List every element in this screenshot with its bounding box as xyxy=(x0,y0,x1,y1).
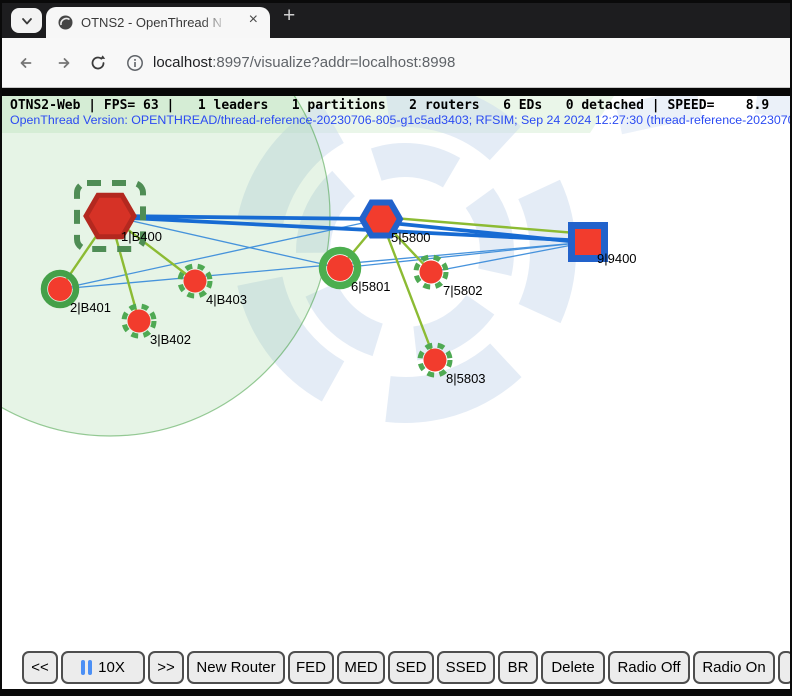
reload-icon[interactable] xyxy=(87,52,109,74)
toolbar-button-delete[interactable]: Delete xyxy=(541,651,605,684)
toolbar-button-label: FED xyxy=(296,659,326,676)
toolbar-button-forward[interactable]: >> xyxy=(148,651,184,684)
node-1-label: 1|B400 xyxy=(121,229,162,244)
node-9-label: 9|9400 xyxy=(597,251,637,266)
chevron-down-icon xyxy=(18,12,36,30)
tab-title: OTNS2 - OpenThread Ne xyxy=(81,15,221,30)
url-bar: localhost:8997/visualize?addr=localhost:… xyxy=(0,38,792,88)
window-border xyxy=(0,689,792,696)
toolbar-button-pause-speed[interactable]: 10X xyxy=(61,651,145,684)
toolbar-button-med[interactable]: MED xyxy=(337,651,385,684)
toolbar-button-label: SED xyxy=(396,659,427,676)
toolbar-button-label: >> xyxy=(157,659,175,676)
otns-page: 1|B400 2|B401 3|B402 4|B403 5|5800 6|5801 7|58… xyxy=(2,96,790,689)
tab-otns2[interactable]: OTNS2 - OpenThread Ne × xyxy=(46,7,270,38)
url-path: :8997/visualize?addr=localhost:8998 xyxy=(212,54,455,71)
toolbar-button-radio-off[interactable]: Radio Off xyxy=(608,651,690,684)
site-info-icon[interactable] xyxy=(126,54,144,72)
toolbar-button-label: Delete xyxy=(551,659,594,676)
toolbar-button-label: SSED xyxy=(446,659,487,676)
node-2[interactable] xyxy=(48,277,72,301)
version-line: OpenThread Version: OPENTHREAD/thread-re… xyxy=(10,113,790,127)
toolbar-button-br[interactable]: BR xyxy=(498,651,538,684)
close-tab-icon[interactable]: × xyxy=(249,11,258,29)
node-8-label: 8|5803 xyxy=(446,371,486,386)
tab-strip: OTNS2 - OpenThread Ne × + xyxy=(0,0,792,38)
node-8[interactable] xyxy=(424,349,447,372)
status-line: OTNS2-Web | FPS= 63 | 1 leaders 1 partit… xyxy=(10,98,769,113)
chrome-page-divider xyxy=(0,88,792,96)
toolbar-button-label: Radio Off xyxy=(617,659,680,676)
toolbar-button-rewind[interactable]: << xyxy=(22,651,58,684)
node-6-label: 6|5801 xyxy=(351,279,391,294)
toolbar-button-sed[interactable]: SED xyxy=(388,651,434,684)
node-4[interactable] xyxy=(184,270,207,293)
toolbar-button-label: << xyxy=(31,659,49,676)
toolbar-button-fed[interactable]: FED xyxy=(288,651,334,684)
browser-window: OTNS2 - OpenThread Ne × + xyxy=(0,0,792,696)
tab-title-fade xyxy=(202,15,228,33)
network-canvas[interactable]: 1|B400 2|B401 3|B402 4|B403 5|5800 6|5801 7|58… xyxy=(2,96,790,656)
toolbar-button-label: 10X xyxy=(98,659,125,676)
toolbar: << 10X >> New Router FED MED SED SSED BR Delete Ra… xyxy=(22,651,790,685)
node-5-label: 5|5800 xyxy=(391,230,431,245)
node-3-label: 3|B402 xyxy=(150,332,191,347)
pause-icon xyxy=(81,660,92,675)
back-icon[interactable] xyxy=(16,52,38,74)
toolbar-button-label: MED xyxy=(344,659,377,676)
toolbar-button-label: BR xyxy=(508,659,529,676)
node-3[interactable] xyxy=(128,310,151,333)
toolbar-button-radio-on[interactable]: Radio On xyxy=(693,651,775,684)
window-border xyxy=(0,0,792,3)
node-6[interactable] xyxy=(327,255,353,281)
new-tab-icon[interactable]: + xyxy=(283,4,295,28)
tab-search-button[interactable] xyxy=(11,8,42,33)
url-host: localhost xyxy=(153,54,212,71)
toolbar-button-label: Radio On xyxy=(702,659,765,676)
address-field[interactable]: localhost:8997/visualize?addr=localhost:… xyxy=(153,54,455,71)
toolbar-button-label: New Router xyxy=(196,659,275,676)
toolbar-button-cut-off[interactable] xyxy=(778,651,790,684)
node-7-label: 7|5802 xyxy=(443,283,483,298)
node-7[interactable] xyxy=(420,261,443,284)
toolbar-button-new-router[interactable]: New Router xyxy=(187,651,285,684)
node-2-label: 2|B401 xyxy=(70,300,111,315)
forward-icon[interactable] xyxy=(52,52,74,74)
toolbar-button-ssed[interactable]: SSED xyxy=(437,651,495,684)
node-4-label: 4|B403 xyxy=(206,292,247,307)
window-border xyxy=(0,0,2,696)
globe-icon xyxy=(58,15,73,30)
